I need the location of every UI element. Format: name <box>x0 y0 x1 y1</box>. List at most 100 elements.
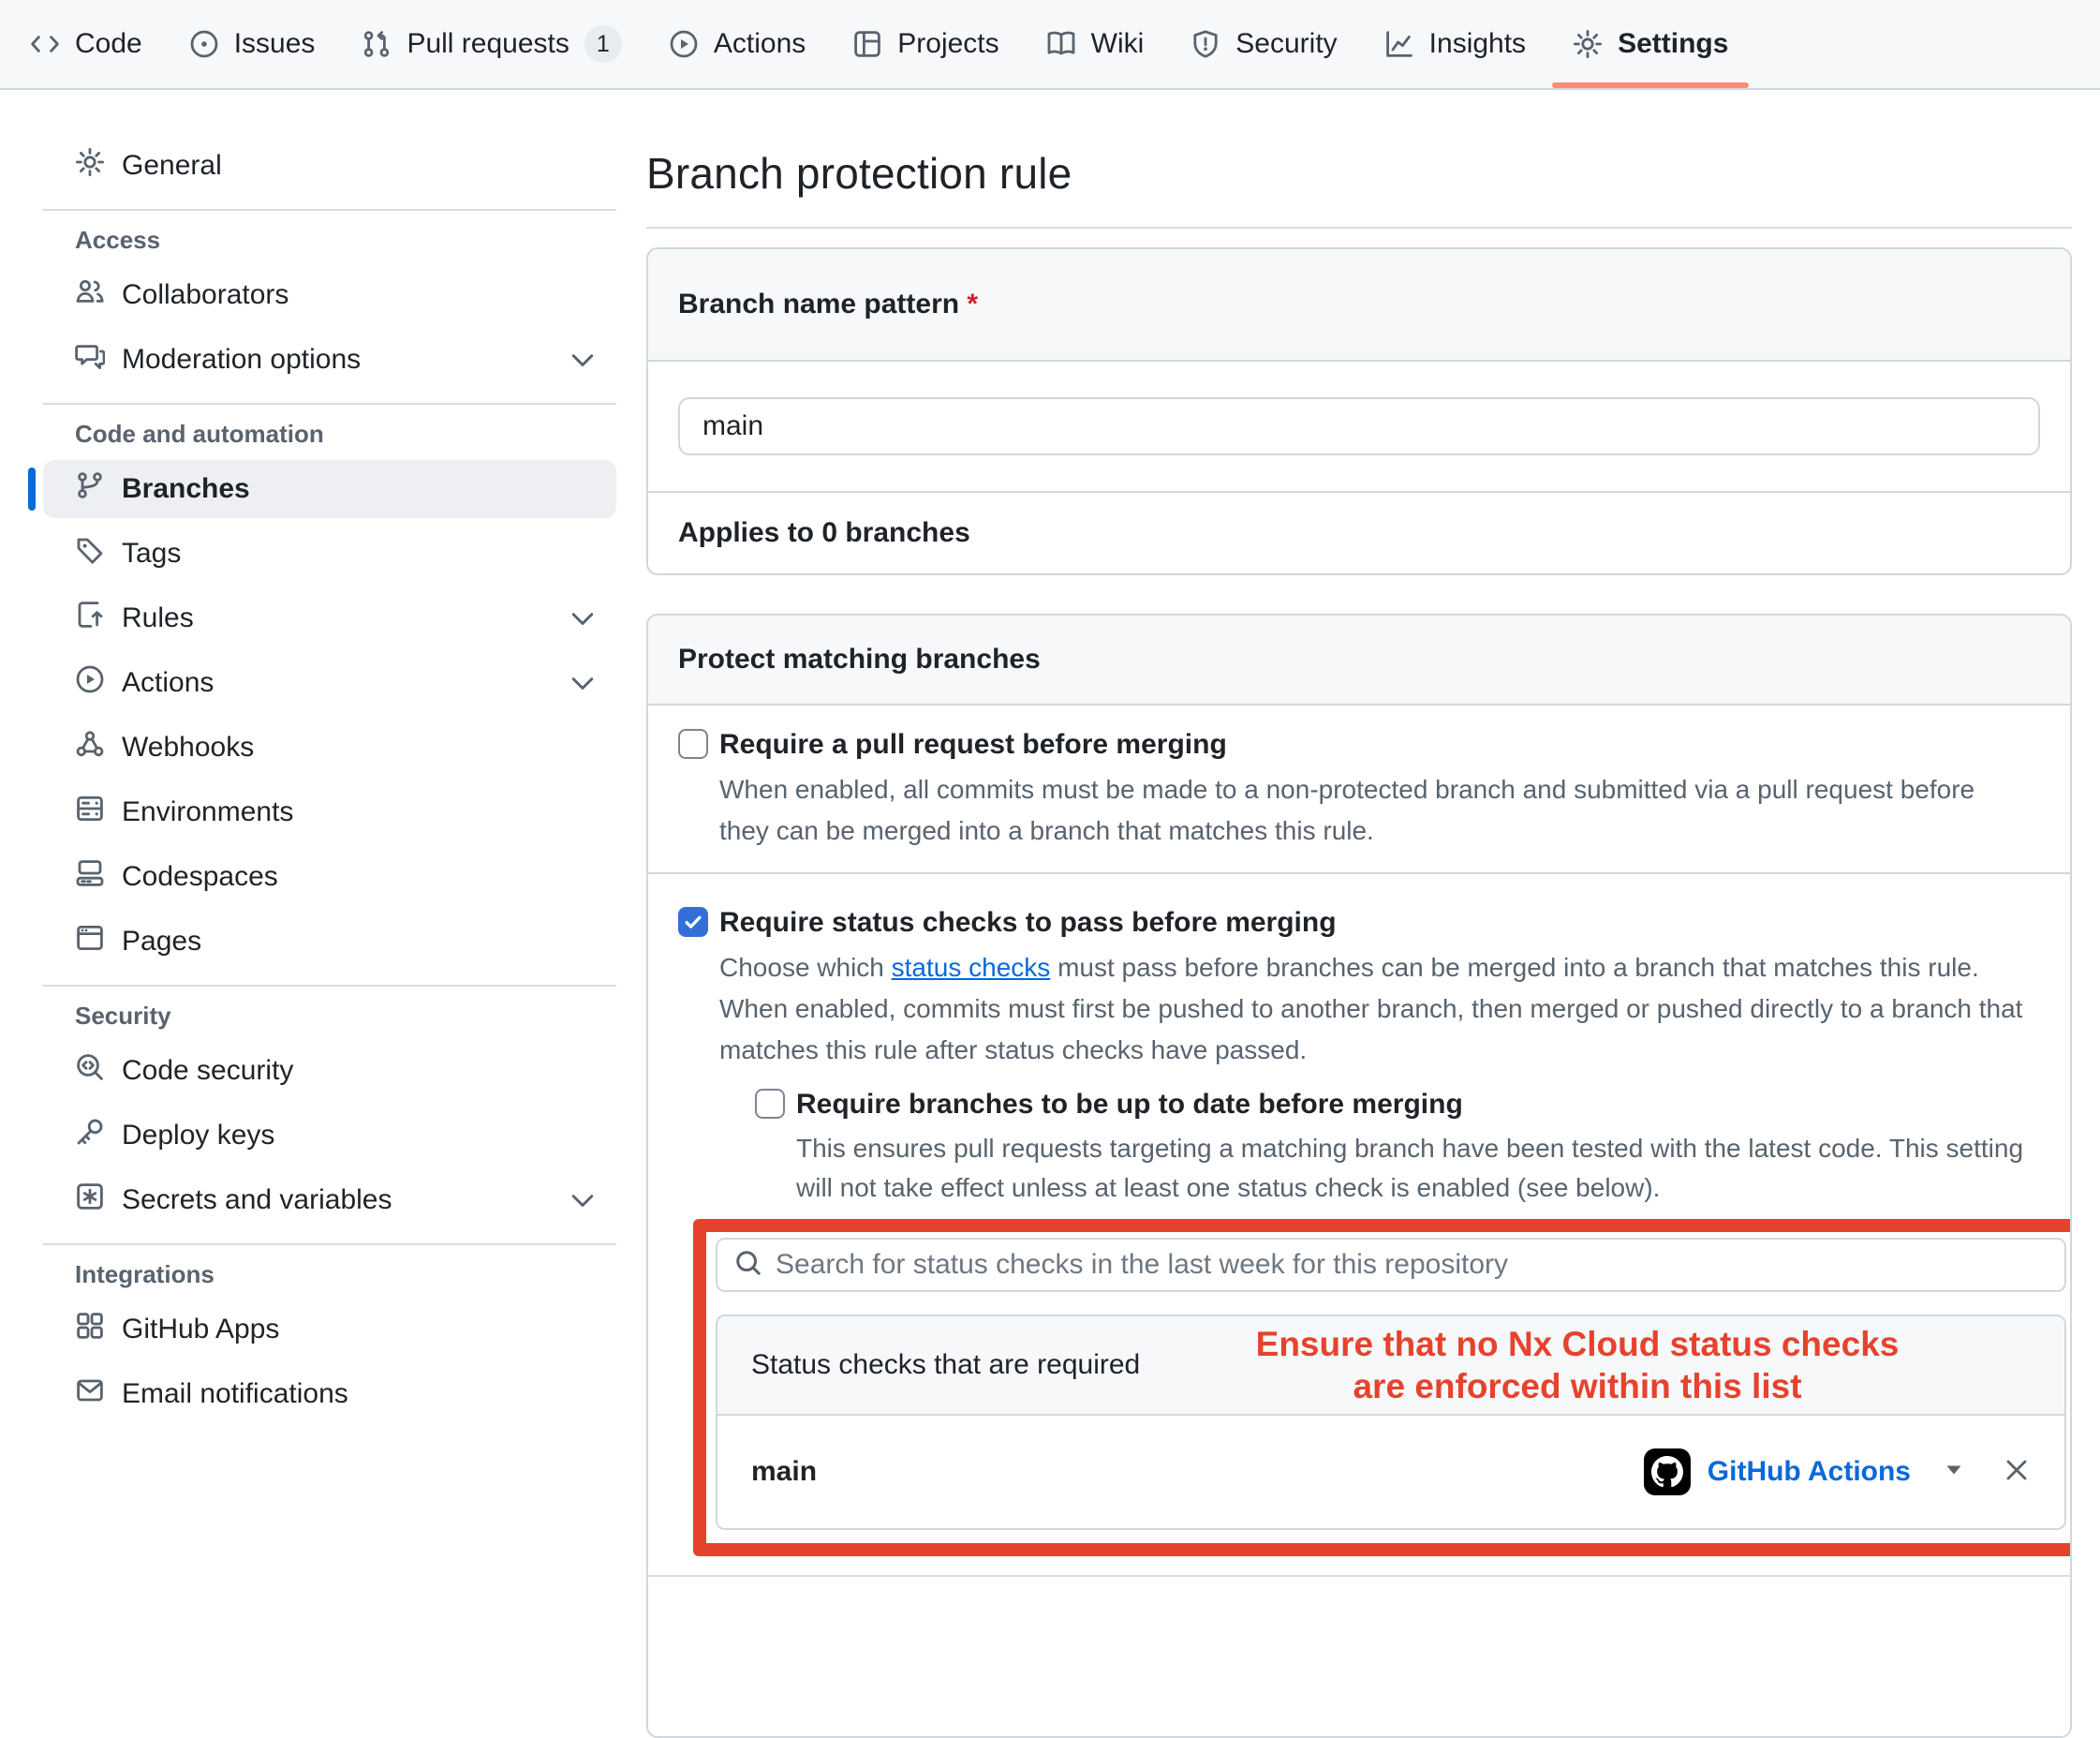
tab-settings[interactable]: Settings <box>1573 0 1728 88</box>
required-status-checks-label: Status checks that are required <box>751 1349 1140 1381</box>
require-status-checks-title: Require status checks to pass before mer… <box>719 906 2040 940</box>
chevron-down-icon <box>571 602 594 634</box>
apps-icon <box>75 1311 105 1348</box>
required-status-checks-panel-header: Status checks that are required Ensure t… <box>717 1316 2064 1416</box>
sidebar-item-label: Webhooks <box>122 732 594 764</box>
tab-security[interactable]: Security <box>1190 0 1337 88</box>
page-title: Branch protection rule <box>646 148 1072 199</box>
require-up-to-date-row: Require branches to be up to date before… <box>755 1088 2040 1208</box>
status-checks-link[interactable]: status checks <box>892 953 1051 982</box>
key-icon <box>75 1117 105 1154</box>
branch-name-pattern-label: Branch name pattern <box>678 289 959 319</box>
sidebar-section-access: Access <box>43 226 616 255</box>
sidebar-item-general[interactable]: General <box>43 137 616 195</box>
sidebar-item-label: GitHub Apps <box>122 1314 594 1345</box>
book-icon <box>1046 29 1076 59</box>
sidebar-divider <box>43 209 616 211</box>
tab-label: Pull requests <box>407 28 569 60</box>
branch-name-pattern-body <box>648 362 2070 491</box>
sidebar-section-security: Security <box>43 1002 616 1031</box>
sidebar-item-secrets-variables[interactable]: Secrets and variables <box>43 1171 616 1229</box>
protect-matching-branches-card: Protect matching branches Require a pull… <box>646 614 2072 1738</box>
sidebar-item-environments[interactable]: Environments <box>43 783 616 841</box>
codespaces-icon <box>75 858 105 896</box>
rules-icon <box>75 600 105 637</box>
sidebar-item-rules[interactable]: Rules <box>43 589 616 647</box>
tab-label: Projects <box>897 28 998 60</box>
sidebar-item-label: Environments <box>122 796 594 828</box>
annotation-text: Ensure that no Nx Cloud status checks ar… <box>1231 1323 1924 1407</box>
repo-tab-bar: Code Issues Pull requests 1 Actions Proj… <box>0 0 2100 90</box>
status-checks-search <box>716 1238 2066 1292</box>
play-icon <box>75 664 105 702</box>
sidebar-item-label: General <box>122 150 594 182</box>
require-pull-request-checkbox[interactable] <box>678 729 708 759</box>
caret-down-icon[interactable] <box>1943 1463 1965 1482</box>
tab-projects[interactable]: Projects <box>852 0 998 88</box>
chevron-down-icon <box>571 667 594 699</box>
shield-icon <box>1190 29 1220 59</box>
status-check-row: main GitHub Actions <box>717 1416 2064 1528</box>
tab-pull-requests[interactable]: Pull requests 1 <box>362 0 621 88</box>
tab-label: Insights <box>1429 28 1526 60</box>
require-pull-request-title: Require a pull request before merging <box>719 728 2040 762</box>
tab-actions[interactable]: Actions <box>669 0 806 88</box>
required-asterisk: * <box>967 289 978 319</box>
server-icon <box>75 794 105 831</box>
tab-wiki[interactable]: Wiki <box>1046 0 1145 88</box>
sidebar-item-moderation-options[interactable]: Moderation options <box>43 331 616 389</box>
sidebar-item-pages[interactable]: Pages <box>43 913 616 971</box>
pull-request-icon <box>362 29 392 59</box>
branch-name-pattern-card: Branch name pattern * Applies to 0 branc… <box>646 247 2072 575</box>
play-icon <box>669 29 699 59</box>
sidebar-item-label: Rules <box>122 602 571 634</box>
sidebar-item-branches[interactable]: Branches <box>43 460 616 518</box>
sidebar-item-deploy-keys[interactable]: Deploy keys <box>43 1107 616 1165</box>
annotation-line-1: Ensure that no Nx Cloud status checks <box>1231 1323 1924 1365</box>
sidebar-item-tags[interactable]: Tags <box>43 525 616 583</box>
tab-label: Code <box>75 28 142 60</box>
tab-insights[interactable]: Insights <box>1384 0 1526 88</box>
code-icon <box>30 29 60 59</box>
sidebar-item-label: Codespaces <box>122 861 594 893</box>
tab-code[interactable]: Code <box>30 0 142 88</box>
sidebar-item-actions[interactable]: Actions <box>43 654 616 712</box>
sidebar-item-label: Secrets and variables <box>122 1184 571 1216</box>
annotation-red-rectangle: Status checks that are required Ensure t… <box>693 1219 2072 1556</box>
require-up-to-date-checkbox[interactable] <box>755 1089 785 1119</box>
browser-icon <box>75 923 105 960</box>
sidebar-item-label: Tags <box>122 538 594 570</box>
sidebar-item-label: Collaborators <box>122 279 594 311</box>
protect-matching-branches-header: Protect matching branches <box>648 616 2070 706</box>
tab-label: Wiki <box>1091 28 1145 60</box>
chevron-down-icon <box>571 344 594 376</box>
sidebar-item-email-notifications[interactable]: Email notifications <box>43 1365 616 1423</box>
require-up-to-date-title: Require branches to be up to date before… <box>796 1088 2040 1122</box>
require-status-checks-checkbox[interactable] <box>678 907 708 937</box>
chevron-down-icon <box>571 1184 594 1216</box>
sidebar-item-code-security[interactable]: Code security <box>43 1042 616 1100</box>
sidebar-item-label: Code security <box>122 1055 594 1087</box>
table-icon <box>852 29 882 59</box>
tab-label: Actions <box>714 28 806 60</box>
sidebar-item-webhooks[interactable]: Webhooks <box>43 719 616 777</box>
tab-label: Settings <box>1618 28 1728 60</box>
branch-name-pattern-header: Branch name pattern * <box>648 249 2070 362</box>
sidebar-item-codespaces[interactable]: Codespaces <box>43 848 616 906</box>
branch-name-pattern-input[interactable] <box>678 397 2040 455</box>
tab-label: Issues <box>234 28 316 60</box>
next-row-divider <box>648 1575 2070 1577</box>
sidebar-item-github-apps[interactable]: GitHub Apps <box>43 1300 616 1359</box>
tab-issues[interactable]: Issues <box>189 0 316 88</box>
remove-status-check-icon[interactable] <box>2003 1456 2031 1489</box>
sidebar-divider <box>43 403 616 405</box>
codescan-icon <box>75 1052 105 1090</box>
search-icon <box>734 1249 762 1282</box>
status-checks-search-input[interactable] <box>776 1249 2048 1281</box>
status-check-provider-link[interactable]: GitHub Actions <box>1708 1456 1911 1488</box>
sidebar-item-label: Email notifications <box>122 1378 594 1410</box>
sidebar-item-collaborators[interactable]: Collaborators <box>43 266 616 324</box>
status-check-name: main <box>751 1456 817 1488</box>
comment-discussion-icon <box>75 341 105 379</box>
gear-icon <box>1573 29 1603 59</box>
